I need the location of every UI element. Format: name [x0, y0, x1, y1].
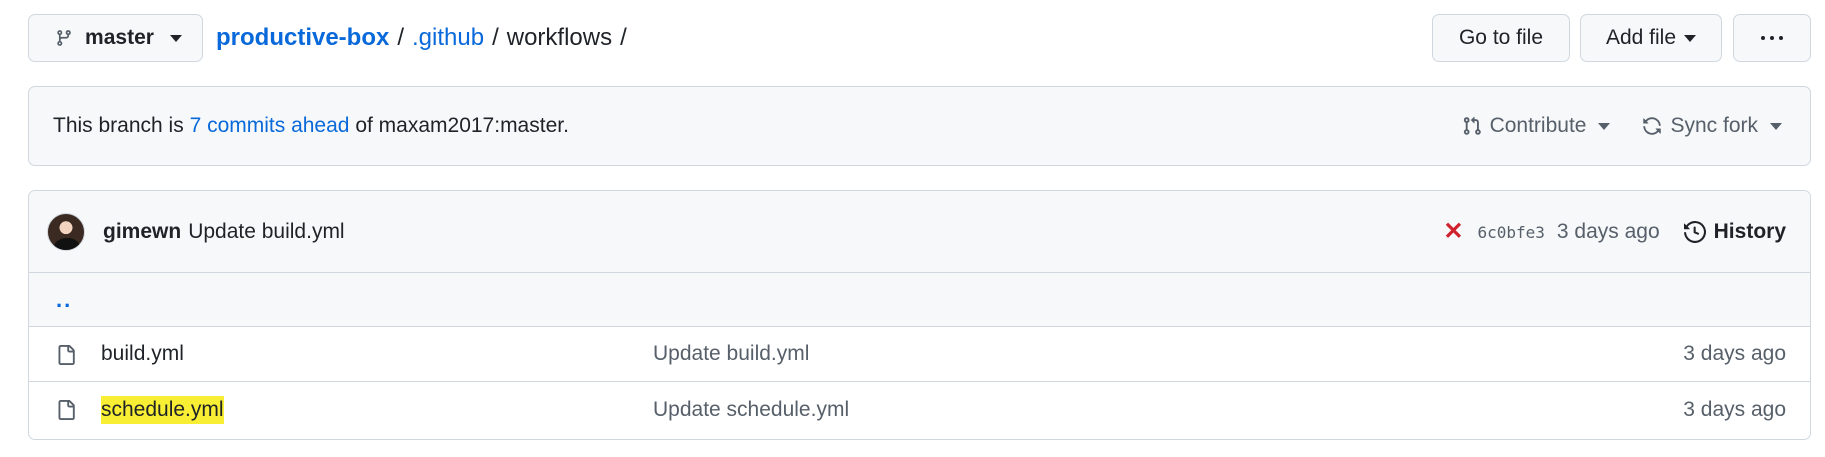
git-pull-request-icon: [1463, 116, 1481, 135]
chevron-down-icon: [1684, 34, 1697, 42]
add-file-label: Add file: [1605, 26, 1677, 49]
ahead-text: This branch is 7 commits ahead of maxam2…: [53, 114, 569, 138]
go-to-file-label: Go to file: [1458, 26, 1544, 49]
commits-ahead-link[interactable]: 7 commits ahead: [190, 114, 350, 137]
ahead-prefix: This branch is: [53, 114, 190, 137]
kebab-horizontal-icon: [1761, 36, 1783, 40]
file-icon: [58, 345, 75, 365]
contribute-button[interactable]: Contribute: [1462, 114, 1611, 138]
file-commit-message-link[interactable]: Update build.yml: [653, 342, 809, 366]
breadcrumb-separator: /: [397, 24, 405, 51]
breadcrumb: productive-box / .github / workflows /: [216, 14, 635, 62]
branch-selector-button[interactable]: master: [28, 14, 203, 62]
contribute-label: Contribute: [1489, 114, 1587, 137]
commit-message-link[interactable]: Update build.yml: [188, 220, 344, 244]
chevron-down-icon: [1770, 122, 1782, 130]
avatar[interactable]: [47, 212, 85, 251]
breadcrumb-github-link[interactable]: .github: [412, 24, 484, 52]
repo-toolbar: master productive-box / .github / workfl…: [28, 14, 1811, 76]
table-row[interactable]: build.yml Update build.yml 3 days ago: [29, 327, 1810, 382]
commit-meta: ✕ 6c0bfe3 3 days ago History: [1443, 191, 1786, 273]
breadcrumb-current-dir: workflows: [506, 24, 613, 51]
chevron-down-icon: [1598, 122, 1611, 130]
file-commit-message-link[interactable]: Update schedule.yml: [653, 398, 849, 422]
file-listing: gimewn Update build.yml ✕ 6c0bfe3 3 days…: [28, 190, 1811, 440]
breadcrumb-separator: /: [620, 24, 627, 51]
more-options-button[interactable]: [1733, 14, 1811, 62]
chevron-down-icon: [169, 34, 182, 42]
parent-directory-link[interactable]: ..: [56, 287, 72, 313]
sync-icon: [1643, 117, 1662, 135]
git-branch-icon: [57, 30, 71, 46]
file-name-link[interactable]: build.yml: [101, 342, 184, 366]
latest-commit-row: gimewn Update build.yml ✕ 6c0bfe3 3 days…: [29, 191, 1810, 273]
file-age: 3 days ago: [1683, 397, 1786, 421]
fork-actions: Contribute Sync fork: [1462, 87, 1782, 165]
commit-time: 3 days ago: [1556, 220, 1660, 243]
file-age: 3 days ago: [1683, 342, 1786, 365]
parent-directory-row[interactable]: ..: [29, 273, 1810, 327]
breadcrumb-repo-link[interactable]: productive-box: [216, 24, 389, 52]
branch-ahead-notice: This branch is 7 commits ahead of maxam2…: [28, 86, 1811, 166]
history-button[interactable]: History: [1683, 220, 1786, 244]
file-icon: [58, 400, 75, 420]
table-row[interactable]: schedule.yml Update schedule.yml 3 days …: [29, 382, 1810, 437]
file-name-link-highlighted[interactable]: schedule.yml: [101, 395, 224, 424]
commit-sha-link[interactable]: 6c0bfe3: [1477, 223, 1544, 242]
sync-fork-label: Sync fork: [1670, 114, 1758, 137]
sync-fork-button[interactable]: Sync fork: [1642, 114, 1782, 138]
commit-author-link[interactable]: gimewn: [103, 220, 181, 244]
add-file-button[interactable]: Add file: [1580, 14, 1722, 62]
branch-name: master: [85, 26, 154, 49]
ahead-suffix: of maxam2017:master.: [349, 114, 569, 137]
history-label: History: [1713, 220, 1786, 243]
x-status-icon[interactable]: ✕: [1443, 220, 1463, 244]
go-to-file-button[interactable]: Go to file: [1432, 14, 1570, 62]
breadcrumb-separator: /: [492, 24, 499, 51]
history-icon: [1683, 221, 1706, 243]
